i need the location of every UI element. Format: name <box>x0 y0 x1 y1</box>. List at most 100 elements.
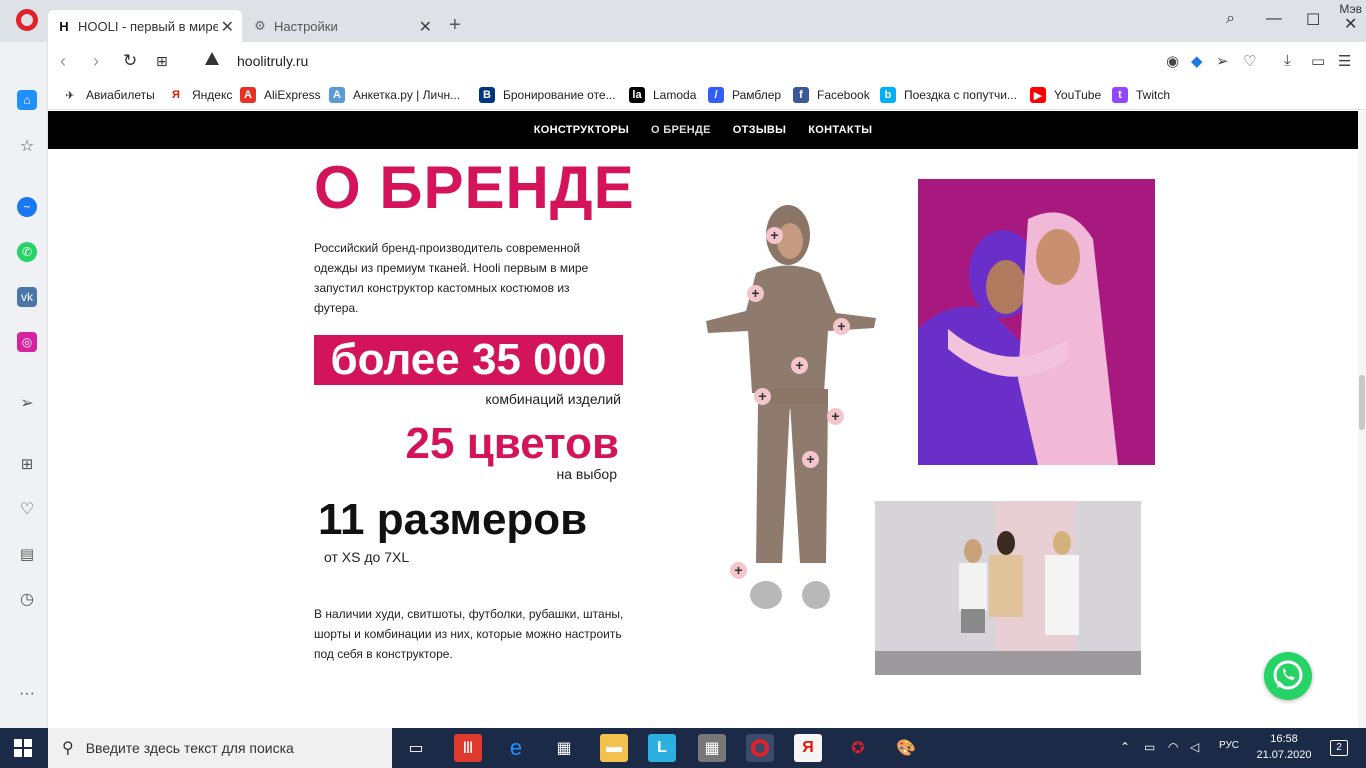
app-l-icon[interactable]: L <box>648 734 676 762</box>
opera-taskbar-icon[interactable] <box>746 734 774 762</box>
bookmark-twitch[interactable]: t Twitch <box>1112 87 1170 103</box>
easy-setup-icon[interactable]: ☰ <box>1338 52 1351 70</box>
camera-icon[interactable]: ◉ <box>1166 52 1179 70</box>
url-field[interactable]: hoolitruly.ru <box>237 53 308 69</box>
hotspot-knee[interactable]: + <box>802 451 819 468</box>
close-window-icon[interactable]: ✕ <box>1344 14 1357 34</box>
messenger-icon[interactable]: ~ <box>17 197 37 217</box>
language-indicator[interactable]: РУС <box>1219 740 1239 751</box>
close-tab-icon[interactable]: ✕ <box>419 17 432 37</box>
star-icon[interactable]: ☆ <box>17 136 37 156</box>
bookmark-label: AliExpress <box>264 88 321 102</box>
yandex-browser-icon[interactable]: Я <box>794 734 822 762</box>
bookmark-label: Twitch <box>1136 88 1171 102</box>
opera-menu-icon[interactable] <box>16 9 38 31</box>
plane-icon: ✈ <box>65 89 75 102</box>
tab-hooli[interactable]: H HOOLI - первый в мире к ✕ <box>48 10 242 42</box>
news-icon[interactable]: ▤ <box>17 544 37 564</box>
nav-contacts[interactable]: КОНТАКТЫ <box>808 124 872 136</box>
home-icon[interactable]: ⌂ <box>17 90 37 110</box>
yandex-icon: Я <box>172 89 180 101</box>
bookmark-yandex[interactable]: Я Яндекс <box>168 87 232 103</box>
maximize-icon[interactable]: ☐ <box>1306 10 1320 30</box>
wifi-icon[interactable]: ◠ <box>1168 740 1178 754</box>
bookmark-lamoda[interactable]: la Lamoda <box>629 87 696 103</box>
search-tabs-icon[interactable]: ⌕ <box>1226 10 1235 28</box>
tabs-grid-icon[interactable]: ⊞ <box>156 53 168 70</box>
clock[interactable]: 16:58 21.07.2020 <box>1246 731 1322 763</box>
warning-icon[interactable] <box>205 52 219 65</box>
bookmark-rambler[interactable]: / Рамблер <box>708 87 781 103</box>
volume-icon[interactable]: ◁ <box>1190 740 1199 754</box>
whatsapp-icon[interactable]: ✆ <box>17 242 37 262</box>
hotspot-cuff[interactable]: + <box>833 318 850 335</box>
back-icon[interactable]: ‹ <box>60 51 66 72</box>
tray-up-icon[interactable]: ⌃ <box>1120 740 1130 754</box>
stat-colors-value: 25 цветов <box>405 419 619 468</box>
windows-taskbar: ⚲ Введите здесь текст для поиска ▭ Ⅲ e ▦… <box>0 728 1366 768</box>
minimize-icon[interactable]: — <box>1266 10 1282 28</box>
whatsapp-icon <box>1273 660 1303 690</box>
heart-icon[interactable]: ♡ <box>17 499 37 519</box>
bookmark-aviabilety[interactable]: ✈ Авиабилеты <box>62 87 154 103</box>
heart-icon[interactable]: ♡ <box>1243 52 1256 70</box>
edge-icon[interactable]: e <box>502 734 530 762</box>
battery-icon[interactable]: ▭ <box>1311 52 1325 70</box>
new-tab-icon[interactable]: + <box>449 14 461 37</box>
download-icon[interactable]: ⤓ <box>1284 52 1291 69</box>
bookmark-facebook[interactable]: f Facebook <box>793 87 870 103</box>
send-icon[interactable]: ➢ <box>1216 52 1229 70</box>
forward-icon[interactable]: › <box>93 51 99 72</box>
hotspot-ankle[interactable]: + <box>730 562 747 579</box>
bookmark-label: Рамблер <box>732 88 782 102</box>
close-tab-icon[interactable]: ✕ <box>221 17 234 37</box>
windows-start-icon[interactable] <box>14 739 32 757</box>
bookmark-booking[interactable]: B Бронирование оте... <box>479 87 616 103</box>
calculator-icon[interactable]: ▦ <box>698 734 726 762</box>
brand-photo-girls-hoodies <box>918 179 1155 465</box>
hotspot-hood[interactable]: + <box>766 227 783 244</box>
grid-icon[interactable]: ⊞ <box>17 454 37 474</box>
bookmark-anketka[interactable]: A Анкетка.ру | Личн... <box>329 87 460 103</box>
notifications-badge[interactable]: 2 <box>1330 740 1348 756</box>
intro-text: Российский бренд-производитель современн… <box>314 241 589 315</box>
send-icon[interactable]: ➢ <box>17 393 37 413</box>
file-explorer-icon[interactable]: ▬ <box>600 734 628 762</box>
model-tracksuit-image <box>706 205 876 609</box>
blablacar-icon: b <box>880 87 896 103</box>
taskbar-search-box[interactable]: ⚲ Введите здесь текст для поиска <box>48 728 392 768</box>
store-icon[interactable]: ▦ <box>550 734 578 762</box>
page-title: О БРЕНДЕ <box>314 154 635 221</box>
anketka-icon: A <box>329 87 345 103</box>
app-red-icon[interactable]: Ⅲ <box>454 734 482 762</box>
page-scrollbar-thumb[interactable] <box>1359 375 1365 430</box>
instagram-icon[interactable]: ◎ <box>17 332 37 352</box>
tab-settings[interactable]: ⚙ Настройки ✕ <box>244 10 440 42</box>
nav-about[interactable]: О БРЕНДЕ <box>651 124 711 136</box>
vpn-shield-icon[interactable]: ◆ <box>1191 52 1203 70</box>
hotspot-hem[interactable]: + <box>754 388 771 405</box>
rambler-icon: / <box>708 87 724 103</box>
paint-icon[interactable]: 🎨 <box>892 734 920 762</box>
nav-constructors[interactable]: КОНСТРУКТОРЫ <box>534 124 629 136</box>
tab-title: HOOLI - первый в мире к <box>78 18 218 34</box>
whatsapp-chat-button[interactable] <box>1264 652 1312 700</box>
history-icon[interactable]: ◷ <box>17 589 37 609</box>
aliexpress-icon: A <box>240 87 256 103</box>
app-game-icon[interactable]: ✪ <box>844 734 872 762</box>
battery-icon[interactable]: ▭ <box>1144 740 1155 754</box>
bookmark-label: Яндекс <box>192 88 233 102</box>
reload-icon[interactable]: ↻ <box>123 51 137 71</box>
bookmark-aliexpress[interactable]: A AliExpress <box>240 87 321 103</box>
hotspot-pants[interactable]: + <box>827 408 844 425</box>
hotspot-sleeve[interactable]: + <box>747 285 764 302</box>
more-icon[interactable]: ··· <box>17 684 37 704</box>
vk-icon[interactable]: vk <box>17 287 37 307</box>
bookmark-blablacar[interactable]: b Поездка с попутчи... <box>880 87 1017 103</box>
bookmark-youtube[interactable]: ▶ YouTube <box>1030 87 1101 103</box>
task-view-icon[interactable]: ▭ <box>402 734 430 762</box>
site-nav: КОНСТРУКТОРЫ О БРЕНДЕ ОТЗЫВЫ КОНТАКТЫ <box>48 111 1358 149</box>
clock-time: 16:58 <box>1270 733 1298 745</box>
nav-reviews[interactable]: ОТЗЫВЫ <box>733 124 786 136</box>
hotspot-pocket[interactable]: + <box>791 357 808 374</box>
